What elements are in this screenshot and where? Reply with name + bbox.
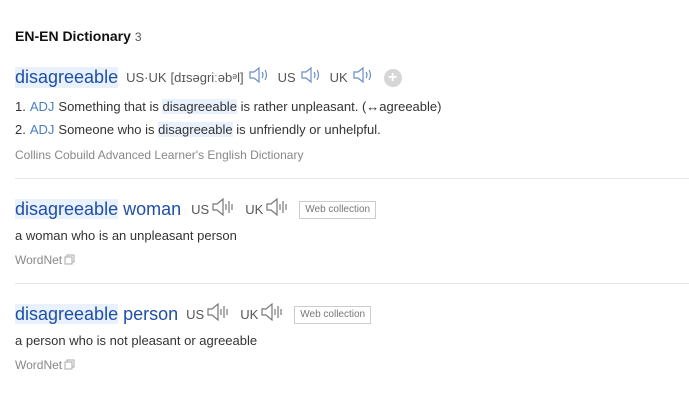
headword-rest: person xyxy=(123,304,179,324)
speaker-icon[interactable] xyxy=(211,197,237,222)
entry-2-header: disagreeable woman US UK Web collection xyxy=(15,197,377,222)
uk-label: UK xyxy=(329,70,348,85)
entry-1-headword[interactable]: disagreeable xyxy=(15,67,119,88)
headword-rest: woman xyxy=(123,199,182,219)
us-label: US xyxy=(186,307,205,322)
entry-2-headword[interactable]: disagreeable woman xyxy=(15,199,181,220)
definition-1: 1. ADJ Something that is disagreeable is r… xyxy=(15,99,441,114)
speaker-icon[interactable] xyxy=(260,302,286,327)
source-label: WordNet xyxy=(15,358,63,372)
divider xyxy=(15,178,689,179)
definition-text: Something that is xyxy=(58,99,159,114)
result-count: 3 xyxy=(134,30,142,44)
definition-text: is rather unpleasant. (↔agreeable) xyxy=(240,99,442,114)
dictionary-title: EN-EN Dictionary xyxy=(15,28,131,44)
divider xyxy=(15,283,689,284)
uk-label: UK xyxy=(240,307,259,322)
speaker-icon[interactable] xyxy=(300,66,322,89)
highlighted-term: disagreeable xyxy=(158,122,233,137)
phonetic-label: US·UK xyxy=(126,70,167,85)
uk-label: UK xyxy=(245,202,264,217)
highlighted-term: disagreeable xyxy=(162,99,237,114)
entry-3-header: disagreeable person US UK Web collection xyxy=(15,302,372,327)
source-label: WordNet xyxy=(15,253,63,267)
us-label: US xyxy=(277,70,296,85)
part-of-speech[interactable]: ADJ xyxy=(30,122,55,137)
definition-number: 1. xyxy=(15,99,26,114)
entry-1-source: Collins Cobuild Advanced Learner's Engli… xyxy=(15,148,304,162)
copy-icon[interactable] xyxy=(64,359,75,373)
definition-number: 2. xyxy=(15,122,26,137)
headword-highlight: disagreeable xyxy=(15,199,119,219)
entry-2-source: WordNet xyxy=(15,253,75,268)
speaker-icon[interactable] xyxy=(248,66,270,89)
phonetic-text: [dɪsəgriːəbᵊl] xyxy=(170,70,244,85)
entry-3-definition: a person who is not pleasant or agreeabl… xyxy=(15,333,258,348)
speaker-icon[interactable] xyxy=(206,302,232,327)
entry-3-headword[interactable]: disagreeable person xyxy=(15,304,178,325)
copy-icon[interactable] xyxy=(64,254,75,268)
speaker-icon[interactable] xyxy=(265,197,291,222)
us-label: US xyxy=(191,202,210,217)
web-collection-badge[interactable]: Web collection xyxy=(294,305,372,324)
entry-3-source: WordNet xyxy=(15,358,75,373)
definition-text: Someone who is xyxy=(58,122,155,137)
definition-2: 2. ADJ Someone who is disagreeable is unfr… xyxy=(15,122,381,137)
part-of-speech[interactable]: ADJ xyxy=(30,99,55,114)
entry-1-header: disagreeable US·UK [dɪsəgriːəbᵊl] US UK … xyxy=(15,66,402,89)
headword-highlight: disagreeable xyxy=(15,304,119,324)
web-collection-badge[interactable]: Web collection xyxy=(299,200,377,219)
definition-text: is unfriendly or unhelpful. xyxy=(236,122,381,137)
add-icon[interactable]: + xyxy=(383,68,402,87)
entry-2-definition: a woman who is an unpleasant person xyxy=(15,228,237,243)
speaker-icon[interactable] xyxy=(352,66,374,89)
section-title: EN-EN Dictionary 3 xyxy=(15,28,142,44)
